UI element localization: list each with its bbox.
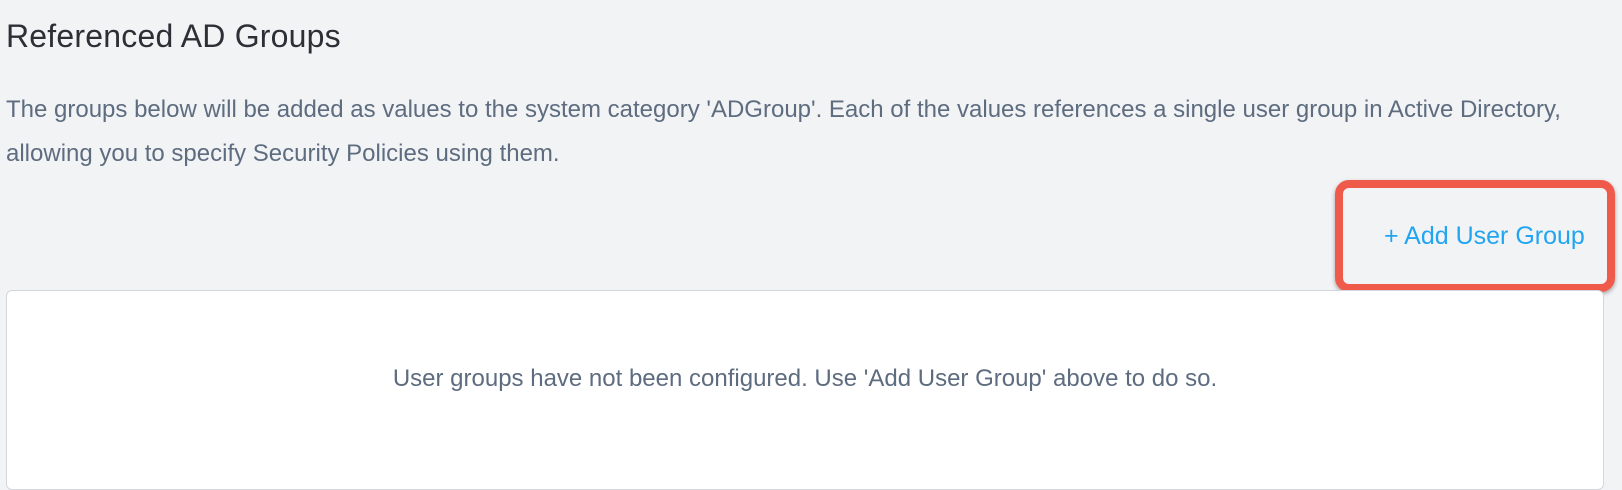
section-title: Referenced AD Groups (6, 18, 341, 54)
user-groups-panel: User groups have not been configured. Us… (6, 290, 1604, 490)
section-description: The groups below will be added as values… (6, 96, 1561, 167)
empty-state-message: User groups have not been configured. Us… (392, 365, 1218, 392)
add-user-group-button[interactable]: + Add User Group (1384, 222, 1585, 251)
